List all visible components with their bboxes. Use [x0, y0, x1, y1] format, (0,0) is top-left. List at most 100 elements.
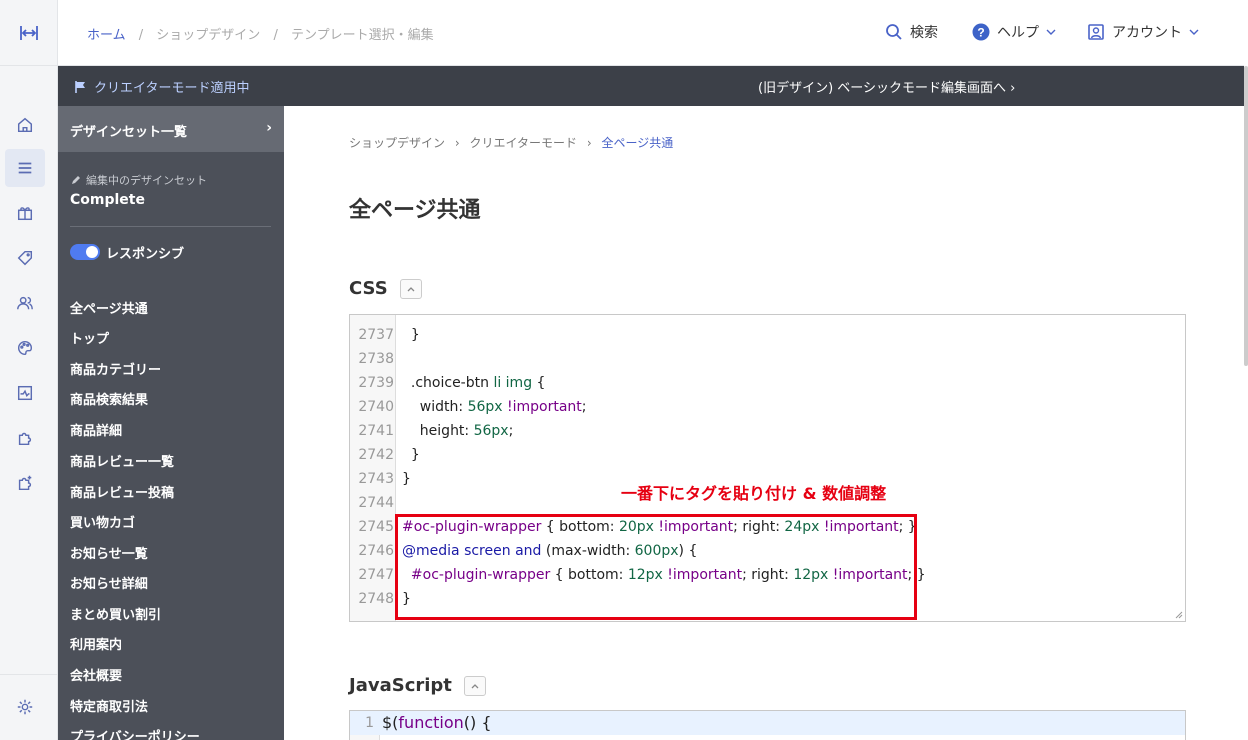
- sidebar-item-privacy[interactable]: プライバシーポリシー: [70, 726, 200, 740]
- js-editor[interactable]: 1 $(function() {: [349, 710, 1186, 740]
- main-content: ショップデザイン › クリエイターモード › 全ページ共通 全ページ共通 CSS…: [284, 106, 1244, 740]
- top-bar: ホーム / ショップデザイン / テンプレート選択・編集 検索 ? ヘルプ アカ…: [58, 0, 1244, 66]
- annotation-text: 一番下にタグを貼り付け & 数値調整: [621, 484, 887, 503]
- design-set-list-label: デザインセット一覧: [70, 125, 188, 140]
- account-label: アカウント: [1112, 25, 1182, 41]
- content-breadcrumb: ショップデザイン › クリエイターモード › 全ページ共通: [349, 134, 673, 151]
- design-set-list-button[interactable]: デザインセット一覧 ›: [58, 106, 284, 152]
- account-menu[interactable]: アカウント: [1087, 22, 1207, 42]
- chevron-up-icon: [407, 286, 415, 291]
- breadcrumb-template: テンプレート選択・編集: [290, 28, 434, 43]
- code-text: }: [402, 471, 411, 487]
- css-collapse-button[interactable]: [399, 278, 422, 299]
- sidebar-item-product-detail[interactable]: 商品詳細: [70, 420, 122, 439]
- flag-icon: [75, 80, 85, 93]
- sidebar-item-bulk-discount[interactable]: まとめ買い割引: [70, 604, 161, 623]
- code-text: .choice-btn li img {: [402, 375, 546, 391]
- chart-icon[interactable]: [5, 374, 45, 412]
- page-title: 全ページ共通: [349, 198, 481, 223]
- settings-icon[interactable]: [5, 688, 45, 726]
- line-number: 2737: [358, 327, 394, 343]
- breadcrumb-separator: ›: [454, 136, 460, 150]
- search-label: 検索: [910, 25, 938, 41]
- sidebar-item-all-pages[interactable]: 全ページ共通: [70, 298, 148, 317]
- sidebar-item-company[interactable]: 会社概要: [70, 665, 122, 684]
- content-breadcrumb-shop-design[interactable]: ショップデザイン: [349, 136, 445, 150]
- help-menu[interactable]: ? ヘルプ: [972, 22, 1064, 42]
- sidebar-item-search-results[interactable]: 商品検索結果: [70, 389, 148, 408]
- code-text: height: 56px;: [402, 423, 514, 439]
- sidebar-divider: [70, 226, 271, 227]
- responsive-label: レスポンシブ: [106, 247, 185, 262]
- sidebar-item-review-list[interactable]: 商品レビュー一覧: [70, 451, 174, 470]
- sidebar-item-cart[interactable]: 買い物カゴ: [70, 512, 135, 531]
- code-line: 2741 height: 56px;: [350, 419, 1185, 443]
- palette-icon[interactable]: [5, 329, 45, 367]
- line-number: 2747: [358, 567, 394, 583]
- account-icon: [1088, 24, 1104, 40]
- chevron-right-icon: ›: [266, 120, 272, 136]
- breadcrumb-separator: ›: [586, 136, 592, 150]
- breadcrumb-separator: /: [273, 28, 278, 43]
- svg-text:?: ?: [977, 26, 984, 40]
- sidebar-item-top[interactable]: トップ: [70, 328, 109, 347]
- line-number: 2744: [358, 495, 394, 511]
- app-window: ホーム / ショップデザイン / テンプレート選択・編集 検索 ? ヘルプ アカ…: [0, 0, 1248, 740]
- content-breadcrumb-creator-mode[interactable]: クリエイターモード: [469, 136, 577, 150]
- chevron-down-icon: [1046, 29, 1056, 35]
- breadcrumb-shop-design[interactable]: ショップデザイン: [156, 28, 260, 43]
- help-label: ヘルプ: [997, 25, 1039, 41]
- search-icon: [886, 24, 902, 40]
- sidebar-item-review-post[interactable]: 商品レビュー投稿: [70, 482, 174, 501]
- sidebar-item-news-list[interactable]: お知らせ一覧: [70, 543, 148, 562]
- js-section-header: JavaScript: [349, 675, 486, 696]
- css-section-title: CSS: [349, 278, 388, 299]
- page-scrollbar[interactable]: [1244, 66, 1248, 366]
- chevron-up-icon: [471, 683, 479, 688]
- code-line: 2740 width: 56px !important;: [350, 395, 1185, 419]
- line-number: 2742: [358, 447, 394, 463]
- line-number: 2746: [358, 543, 394, 559]
- home-icon[interactable]: [5, 106, 45, 144]
- editing-design-set-name: Complete: [70, 192, 145, 208]
- resize-icon[interactable]: [0, 0, 58, 66]
- line-number: 2738: [358, 351, 394, 367]
- code-line: 2738: [350, 347, 1185, 371]
- gift-icon[interactable]: [5, 194, 45, 232]
- sidebar-item-legal[interactable]: 特定商取引法: [70, 696, 148, 715]
- line-number: 2748: [358, 591, 394, 607]
- sidebar-item-category[interactable]: 商品カテゴリー: [70, 359, 161, 378]
- pencil-icon: [72, 176, 80, 184]
- creator-mode-label: クリエイターモード適用中: [94, 81, 250, 96]
- line-number: 2745: [358, 519, 394, 535]
- users-icon[interactable]: [5, 284, 45, 322]
- sidebar-item-guide[interactable]: 利用案内: [70, 634, 122, 653]
- creator-mode-bar: クリエイターモード適用中 (旧デザイン) ベーシックモード編集画面へ ›: [58, 66, 1244, 106]
- design-sidebar: デザインセット一覧 › 編集中のデザインセット Complete レスポンシブ …: [58, 106, 284, 740]
- js-collapse-button[interactable]: [463, 675, 486, 696]
- code-text: }: [402, 327, 420, 343]
- creator-mode-status: クリエイターモード適用中: [74, 77, 249, 96]
- old-design-link[interactable]: (旧デザイン) ベーシックモード編集画面へ ›: [758, 77, 1015, 96]
- tag-icon[interactable]: [5, 239, 45, 277]
- editing-label-text: 編集中のデザインセット: [86, 174, 207, 187]
- chevron-down-icon: [1189, 29, 1199, 35]
- line-number: 2739: [358, 375, 394, 391]
- js-section-title: JavaScript: [349, 675, 452, 696]
- breadcrumb-separator: /: [138, 28, 144, 43]
- code-text: $(function() {: [382, 713, 492, 732]
- puzzle-plus-icon[interactable]: [5, 464, 45, 502]
- resize-handle-icon[interactable]: [1175, 611, 1183, 619]
- line-number: 2740: [358, 399, 394, 415]
- breadcrumb-home[interactable]: ホーム: [87, 28, 126, 43]
- menu-icon[interactable]: [5, 149, 45, 187]
- code-text: width: 56px !important;: [402, 399, 587, 415]
- sidebar-item-news-detail[interactable]: お知らせ詳細: [70, 573, 148, 592]
- content-breadcrumb-current: 全ページ共通: [601, 136, 674, 150]
- line-number: 1: [365, 715, 374, 731]
- icon-rail: [0, 0, 58, 740]
- puzzle-icon[interactable]: [5, 419, 45, 457]
- highlight-box: [395, 514, 917, 620]
- search-button[interactable]: 検索: [885, 22, 938, 42]
- responsive-toggle[interactable]: [70, 244, 100, 260]
